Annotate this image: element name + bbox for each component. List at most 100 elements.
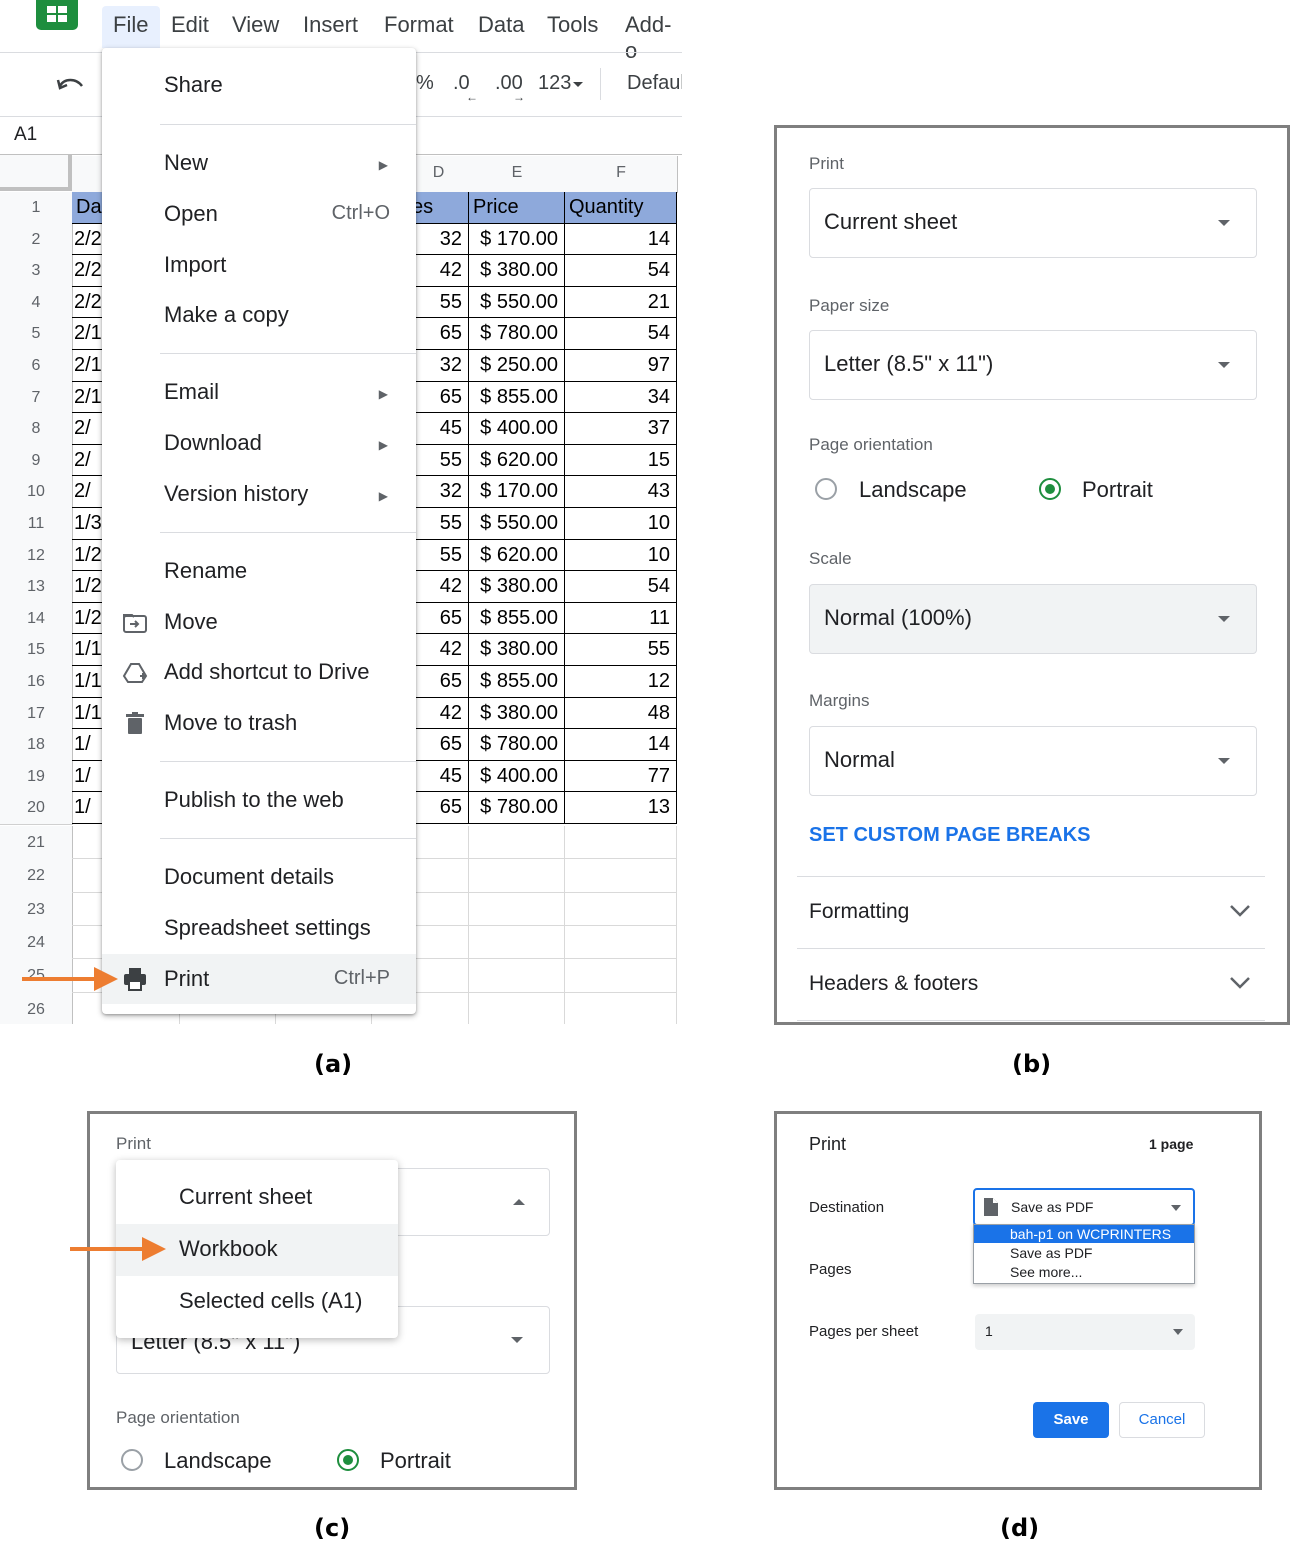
table-cell[interactable]: $ 620.00 bbox=[469, 444, 565, 477]
row-number[interactable]: 21 bbox=[0, 825, 73, 861]
table-header-cell[interactable]: Quantity bbox=[565, 192, 677, 224]
cancel-button[interactable]: Cancel bbox=[1119, 1402, 1205, 1438]
empty-cell[interactable] bbox=[469, 959, 565, 993]
row-number[interactable]: 23 bbox=[0, 892, 73, 927]
menu-data[interactable]: Data bbox=[478, 12, 524, 38]
table-cell[interactable]: 55 bbox=[408, 444, 469, 477]
table-cell[interactable]: 37 bbox=[565, 413, 677, 445]
option-save-pdf[interactable]: Save as PDF bbox=[1010, 1245, 1092, 1261]
table-cell[interactable]: 55 bbox=[408, 539, 469, 572]
empty-cell[interactable] bbox=[469, 992, 565, 1024]
save-button[interactable]: Save bbox=[1033, 1402, 1109, 1438]
table-cell[interactable]: $ 550.00 bbox=[469, 286, 565, 319]
menu-addons[interactable]: Add-o bbox=[625, 12, 682, 64]
menu-item-open[interactable]: Open bbox=[164, 201, 218, 227]
table-header-cell[interactable]: es bbox=[408, 192, 469, 224]
table-cell[interactable]: $ 550.00 bbox=[469, 508, 565, 540]
table-cell[interactable]: 54 bbox=[565, 318, 677, 350]
table-cell[interactable]: 32 bbox=[408, 476, 469, 508]
menu-insert[interactable]: Insert bbox=[303, 12, 358, 38]
menu-item-move-trash[interactable]: Move to trash bbox=[164, 710, 297, 736]
menu-item-move[interactable]: Move bbox=[164, 609, 218, 635]
table-cell[interactable]: 54 bbox=[565, 255, 677, 287]
option-selected-cells[interactable]: Selected cells (A1) bbox=[179, 1288, 362, 1314]
percent-format-button[interactable]: % bbox=[416, 72, 434, 95]
table-cell[interactable]: 42 bbox=[408, 697, 469, 730]
row-number[interactable]: 22 bbox=[0, 859, 73, 894]
row-number[interactable]: 18 bbox=[0, 729, 73, 762]
table-cell[interactable]: 42 bbox=[408, 634, 469, 666]
table-cell[interactable]: 32 bbox=[408, 350, 469, 382]
row-number[interactable]: 2 bbox=[0, 223, 73, 257]
row-number[interactable]: 11 bbox=[0, 508, 73, 541]
menu-tools[interactable]: Tools bbox=[547, 12, 598, 38]
table-cell[interactable]: 65 bbox=[408, 318, 469, 350]
table-cell[interactable]: 42 bbox=[408, 255, 469, 287]
row-number[interactable]: 10 bbox=[0, 476, 73, 509]
table-cell[interactable]: 65 bbox=[408, 666, 469, 698]
table-cell[interactable]: $ 380.00 bbox=[469, 697, 565, 730]
table-cell[interactable]: 65 bbox=[408, 602, 469, 635]
row-number[interactable]: 20 bbox=[0, 792, 73, 825]
row-number[interactable]: 26 bbox=[0, 992, 73, 1024]
row-number[interactable]: 13 bbox=[0, 571, 73, 604]
set-custom-page-breaks-link[interactable]: SET CUSTOM PAGE BREAKS bbox=[809, 824, 1091, 847]
table-cell[interactable]: $ 780.00 bbox=[469, 729, 565, 761]
portrait-radio[interactable] bbox=[1039, 478, 1061, 500]
table-cell[interactable]: 10 bbox=[565, 539, 677, 572]
option-workbook[interactable]: Workbook bbox=[179, 1236, 278, 1262]
print-scope-select[interactable]: Current sheet bbox=[809, 188, 1257, 258]
table-cell[interactable]: $ 380.00 bbox=[469, 255, 565, 287]
margins-select[interactable]: Normal bbox=[809, 726, 1257, 796]
menu-item-make-copy[interactable]: Make a copy bbox=[164, 302, 289, 328]
table-cell[interactable]: $ 170.00 bbox=[469, 476, 565, 508]
table-cell[interactable]: 15 bbox=[565, 444, 677, 477]
table-cell[interactable]: $ 780.00 bbox=[469, 792, 565, 824]
landscape-radio[interactable] bbox=[815, 478, 837, 500]
table-cell[interactable]: $ 620.00 bbox=[469, 539, 565, 572]
empty-cell[interactable] bbox=[469, 892, 565, 926]
column-header-f[interactable]: F bbox=[565, 156, 678, 193]
menu-format[interactable]: Format bbox=[384, 12, 454, 38]
headers-footers-section[interactable]: Headers & footers bbox=[809, 972, 978, 996]
empty-cell[interactable] bbox=[469, 926, 565, 960]
table-cell[interactable]: 45 bbox=[408, 413, 469, 445]
table-cell[interactable]: $ 855.00 bbox=[469, 381, 565, 414]
table-cell[interactable]: $ 855.00 bbox=[469, 602, 565, 635]
option-see-more[interactable]: See more... bbox=[1010, 1264, 1082, 1280]
empty-cell[interactable] bbox=[565, 892, 677, 926]
table-cell[interactable]: 21 bbox=[565, 286, 677, 319]
table-cell[interactable]: 48 bbox=[565, 697, 677, 730]
column-header-d[interactable]: D bbox=[408, 156, 470, 193]
row-number[interactable]: 16 bbox=[0, 666, 73, 699]
empty-cell[interactable] bbox=[565, 959, 677, 993]
table-cell[interactable]: 55 bbox=[408, 286, 469, 319]
table-cell[interactable]: 42 bbox=[408, 571, 469, 603]
empty-cell[interactable] bbox=[565, 926, 677, 960]
menu-item-download[interactable]: Download bbox=[164, 430, 262, 456]
table-cell[interactable]: 14 bbox=[565, 729, 677, 761]
table-cell[interactable]: $ 380.00 bbox=[469, 571, 565, 603]
chevron-down-icon[interactable] bbox=[1229, 976, 1251, 990]
pages-per-sheet-select[interactable]: 1 bbox=[975, 1314, 1195, 1350]
menu-item-share[interactable]: Share bbox=[164, 72, 223, 98]
row-number[interactable]: 8 bbox=[0, 413, 73, 446]
table-cell[interactable]: $ 855.00 bbox=[469, 666, 565, 698]
row-number[interactable]: 1 bbox=[0, 192, 73, 225]
table-cell[interactable]: 65 bbox=[408, 792, 469, 824]
paper-size-select[interactable]: Letter (8.5" x 11") bbox=[809, 330, 1257, 400]
sheets-logo-icon[interactable] bbox=[36, 0, 78, 30]
menu-item-version-history[interactable]: Version history bbox=[164, 481, 308, 507]
empty-cell[interactable] bbox=[469, 825, 565, 860]
table-cell[interactable]: 54 bbox=[565, 571, 677, 603]
table-cell[interactable]: 34 bbox=[565, 381, 677, 414]
row-number[interactable]: 6 bbox=[0, 350, 73, 383]
table-header-cell[interactable]: Price bbox=[469, 192, 565, 224]
column-header-e[interactable]: E bbox=[469, 156, 566, 193]
table-cell[interactable]: $ 400.00 bbox=[469, 760, 565, 793]
table-cell[interactable]: 45 bbox=[408, 760, 469, 793]
table-cell[interactable]: 55 bbox=[565, 634, 677, 666]
row-number[interactable]: 4 bbox=[0, 286, 73, 320]
table-cell[interactable]: 13 bbox=[565, 792, 677, 824]
menu-item-import[interactable]: Import bbox=[164, 252, 226, 278]
